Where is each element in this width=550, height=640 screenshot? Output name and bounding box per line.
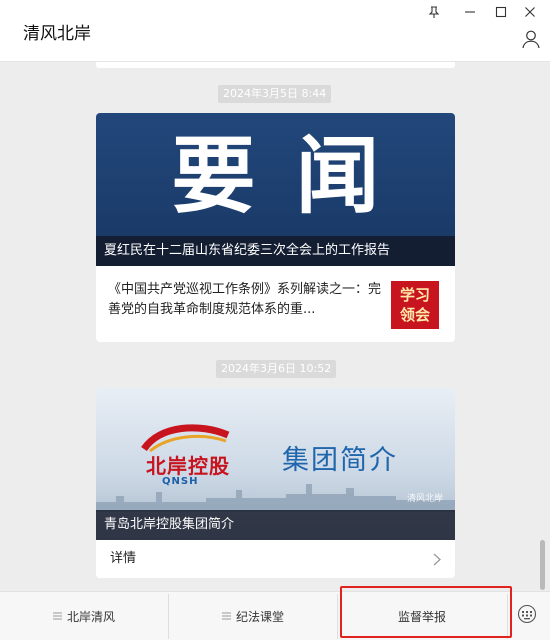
details-link[interactable]: 详情 [96,540,455,578]
previous-card-tail [96,62,455,68]
user-icon [522,30,540,49]
keyboard-icon [517,604,537,624]
menu-tab-label: 纪法课堂 [235,609,284,624]
message-timestamp: 2024年3月5日 8:44 [218,85,332,103]
company-logo-text: 北岸控股 [146,454,230,478]
close-button[interactable] [520,4,540,20]
news-card[interactable]: 要闻 夏红民在十二届山东省纪委三次全会上的工作报告 《中国共产党巡视工作条例》系… [96,113,455,342]
keyboard-toggle-button[interactable] [517,604,539,626]
menu-tab-jifa-ketang[interactable]: 纪法课堂 [169,592,337,640]
thumbnail-text-line: 领会 [399,306,430,324]
cover-caption[interactable]: 夏红民在十二届山东省纪委三次全会上的工作报告 [96,236,455,266]
cover-title: 集团简介 [282,445,398,476]
minimize-button[interactable] [460,4,480,20]
menu-lines-icon [52,612,62,620]
cover-watermark: 清风北岸 [406,494,443,504]
app-title: 清风北岸 [23,24,91,44]
user-profile-button[interactable] [521,29,543,51]
pin-button[interactable] [424,4,444,20]
maximize-icon [495,6,507,18]
cover-caption[interactable]: 青岛北岸控股集团简介 [96,510,455,540]
message-feed[interactable]: 2024年3月5日 8:44 要闻 夏红民在十二届山东省纪委三次全会上的工作报告… [0,62,550,591]
thumbnail-text-line: 学习 [399,286,430,304]
news-cover[interactable]: 要闻 夏红民在十二届山东省纪委三次全会上的工作报告 [96,113,455,266]
cover-title: 要闻 [171,126,420,225]
company-card[interactable]: 北岸控股 QNSH 集团简介 清风北岸 青岛北岸控股集团简介 详情 [96,388,455,578]
pin-icon [428,6,440,18]
close-icon [525,7,535,17]
menu-tab-beian-qingfeng[interactable]: 北岸清风 [0,592,168,640]
minimize-icon [465,11,475,13]
scrollbar-thumb[interactable] [540,540,545,590]
highlight-annotation [340,586,512,638]
message-timestamp: 2024年3月6日 10:52 [216,360,337,378]
title-bar: 清风北岸 [0,0,550,62]
company-logo-subtext: QNSH [162,476,199,487]
sub-item-title: 《中国共产党巡视工作条例》系列解读之一：完善党的自我革命制度规范体系的重... [108,282,382,317]
menu-tab-label: 北岸清风 [66,609,115,624]
maximize-button[interactable] [491,4,511,20]
menu-lines-icon [221,612,231,620]
details-label: 详情 [110,551,137,566]
sub-item-thumbnail: 学习 领会 [391,281,439,329]
chevron-right-icon [433,553,441,566]
news-sub-item[interactable]: 《中国共产党巡视工作条例》系列解读之一：完善党的自我革命制度规范体系的重... … [96,266,455,342]
company-cover[interactable]: 北岸控股 QNSH 集团简介 清风北岸 青岛北岸控股集团简介 [96,388,455,540]
